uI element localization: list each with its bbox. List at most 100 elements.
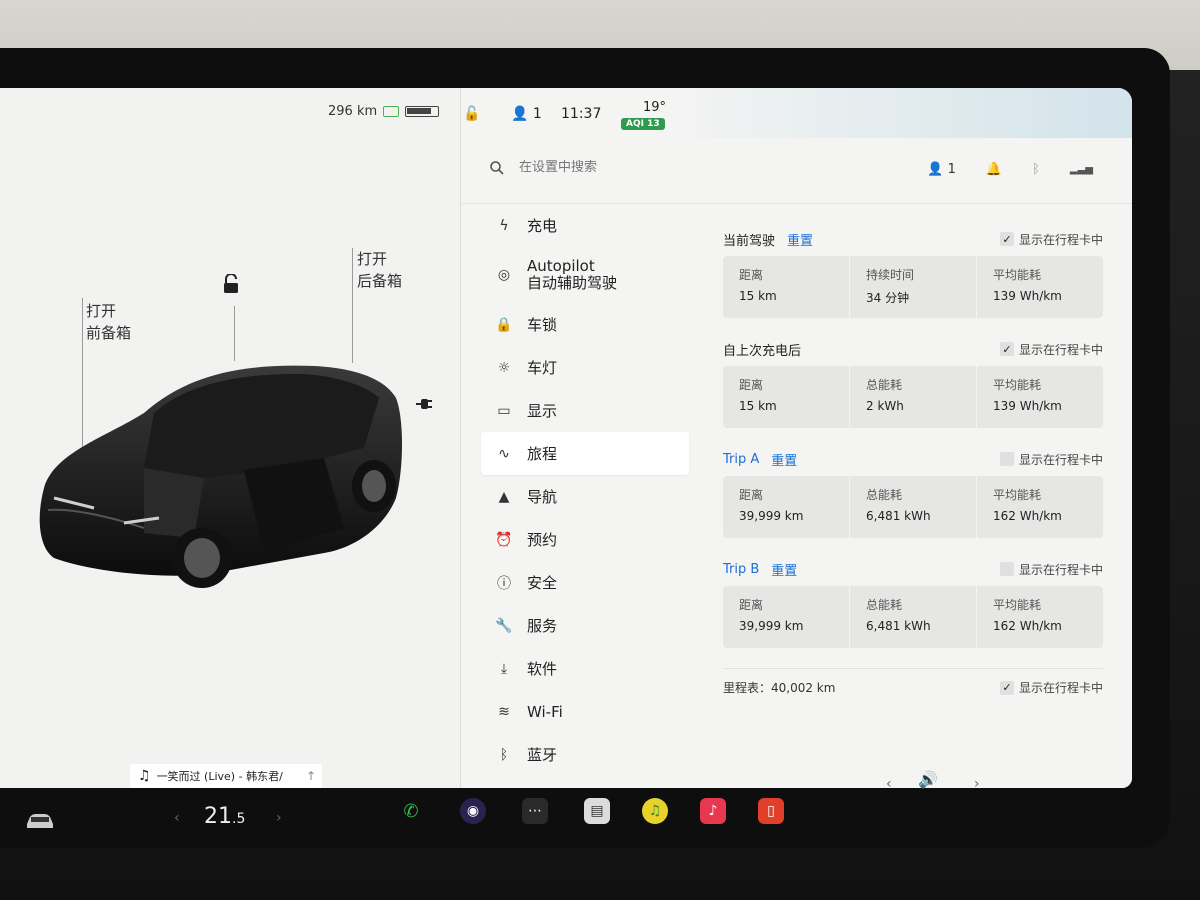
nav-label: 服务 (527, 617, 558, 635)
trunk-label-line1: 打开 (357, 250, 388, 268)
nav-item-software[interactable]: ⤓ 软件 (481, 647, 689, 690)
bottom-bar: ‹ 21.5 › ✆ ◉ ⋯ ▤ ♫ ♪ ▯ ‹ 🔊 › (0, 770, 1170, 848)
status-bar: 🔓 👤 1 11:37 19° AQI 13 (461, 88, 1132, 130)
nav-label: 旅程 (527, 445, 558, 463)
chevron-up-icon[interactable]: ↑ (306, 769, 316, 783)
bolt-icon: ϟ (499, 217, 509, 234)
show-in-trip-card-checkbox[interactable]: ✓ 显示在行程卡中 (999, 679, 1103, 696)
frunk-label-line1: 打开 (86, 302, 117, 320)
bell-icon[interactable]: 🔔 (986, 162, 1002, 177)
cabin-temperature[interactable]: 21.5 (204, 804, 245, 829)
nav-item-safety[interactable]: ⓘ 安全 (481, 561, 689, 604)
wrench-icon: 🔧 (495, 617, 513, 634)
temperature-whole: 21 (204, 804, 232, 829)
temp-up-arrow-icon[interactable]: › (276, 810, 282, 826)
driver-profile[interactable]: 👤 1 (511, 106, 542, 122)
stat-label: 平均能耗 (993, 598, 1042, 612)
volume-icon[interactable]: 🔊 (918, 770, 938, 789)
nav-label-line2: 自动辅助驾驶 (527, 274, 618, 292)
unlock-icon[interactable] (220, 274, 242, 294)
stat-value: 139 Wh/km (993, 289, 1062, 303)
bluetooth-icon[interactable]: ᛒ (1032, 162, 1040, 177)
open-trunk-button[interactable]: 打开 后备箱 (357, 248, 402, 292)
stat-value: 39,999 km (739, 619, 804, 633)
nav-item-charging[interactable]: ϟ 充电 (481, 204, 689, 247)
checkbox-label: 显示在行程卡中 (1018, 562, 1103, 577)
car-icon[interactable] (24, 812, 56, 830)
reset-current-drive-button[interactable]: 重置 (787, 230, 813, 249)
navigation-icon: ▲ (498, 488, 510, 505)
checkbox-checked-icon: ✓ (999, 232, 1014, 246)
nav-item-locks[interactable]: 🔒 车锁 (481, 303, 689, 346)
nav-item-bluetooth[interactable]: ᛒ 蓝牙 (481, 733, 689, 776)
reset-trip-b-button[interactable]: 重置 (771, 560, 797, 579)
odometer-row: 里程表：40,002 km ✓ 显示在行程卡中 (723, 668, 1103, 696)
open-frunk-button[interactable]: 打开 前备箱 (86, 300, 131, 344)
stat-avg-energy: 平均能耗 162 Wh/km (977, 586, 1103, 648)
stat-total-energy: 总能耗 2 kWh (850, 366, 977, 428)
stat-label: 平均能耗 (993, 378, 1042, 392)
trip-icon: ∿ (498, 445, 510, 462)
nav-item-schedule[interactable]: ⏰ 预约 (481, 518, 689, 561)
stat-label: 总能耗 (866, 598, 903, 612)
audiobook-icon[interactable]: ▯ (758, 798, 784, 824)
charge-port-icon[interactable] (414, 396, 434, 412)
now-playing-title: 一笑而过 (Live) - 韩东君/ (156, 770, 283, 783)
alarm-icon: ⏰ (495, 531, 513, 548)
nav-item-service[interactable]: 🔧 服务 (481, 604, 689, 647)
car-image[interactable] (34, 358, 414, 598)
temp-down-arrow-icon[interactable]: ‹ (174, 810, 180, 826)
padlock-icon[interactable]: 🔓 (463, 106, 480, 122)
stat-label: 持续时间 (866, 268, 915, 282)
volume-up-arrow-icon[interactable]: › (974, 776, 980, 792)
nav-item-navigation[interactable]: ▲ 导航 (481, 475, 689, 518)
vehicle-panel: 296 km 打开 前备箱 打开 后备箱 ♫ 一笑而过 (Live) - 韩东君… (0, 88, 460, 788)
since-last-charge-section: 自上次充电后 ✓ 显示在行程卡中 距离 15 km 总能耗 2 kWh 平均能耗… (723, 338, 1103, 428)
nav-item-autopilot[interactable]: ◎ Autopilot 自动辅助驾驶 (481, 247, 689, 303)
volume-down-arrow-icon[interactable]: ‹ (886, 776, 892, 792)
nav-label: 蓝牙 (527, 746, 558, 764)
stat-distance: 距离 39,999 km (723, 586, 850, 648)
battery-fill (407, 108, 432, 114)
stat-total-energy: 总能耗 6,481 kWh (850, 476, 977, 538)
show-in-trip-card-checkbox[interactable]: 显示在行程卡中 (999, 451, 1103, 468)
stat-duration: 持续时间 34 分钟 (850, 256, 977, 318)
reset-trip-a-button[interactable]: 重置 (771, 450, 797, 469)
header-icons: 👤 1 🔔 ᛒ ▂▃▅ (927, 162, 1093, 177)
settings-search-input[interactable] (519, 160, 819, 175)
stat-label: 总能耗 (866, 488, 903, 502)
section-header: Trip A 重置 显示在行程卡中 (723, 448, 1103, 470)
trunk-leader-line (352, 248, 353, 363)
stat-value: 15 km (739, 289, 777, 303)
show-in-trip-card-checkbox[interactable]: ✓ 显示在行程卡中 (999, 231, 1103, 248)
checkbox-unchecked-icon (999, 452, 1014, 466)
signal-icon: ▂▃▅ (1069, 164, 1093, 175)
more-apps-icon[interactable]: ⋯ (522, 798, 548, 824)
nav-label: 显示 (527, 402, 558, 420)
qq-music-icon[interactable]: ♫ (642, 798, 668, 824)
phone-icon[interactable]: ✆ (398, 798, 424, 824)
show-in-trip-card-checkbox[interactable]: 显示在行程卡中 (999, 561, 1103, 578)
profile-button[interactable]: 👤 1 (927, 162, 956, 177)
nav-label: Autopilot 自动辅助驾驶 (527, 258, 617, 292)
show-in-trip-card-checkbox[interactable]: ✓ 显示在行程卡中 (999, 341, 1103, 358)
info-icon: ⓘ (497, 575, 511, 592)
nav-item-lights[interactable]: ☼ 车灯 (481, 346, 689, 389)
stat-card: 距离 39,999 km 总能耗 6,481 kWh 平均能耗 162 Wh/k… (723, 586, 1103, 648)
lock-leader-line (234, 306, 235, 361)
camera-icon[interactable]: ◉ (460, 798, 486, 824)
nav-item-wifi[interactable]: ≋ Wi-Fi (481, 690, 689, 733)
music-icon[interactable]: ♪ (700, 798, 726, 824)
nav-item-trips[interactable]: ∿ 旅程 (481, 432, 689, 475)
stat-total-energy: 总能耗 6,481 kWh (850, 586, 977, 648)
stat-label: 距离 (739, 598, 764, 612)
charging-icon (383, 106, 400, 117)
calendar-icon[interactable]: ▤ (584, 798, 610, 824)
stat-card: 距离 39,999 km 总能耗 6,481 kWh 平均能耗 162 Wh/k… (723, 476, 1103, 538)
stat-value: 34 分钟 (866, 291, 910, 305)
light-icon: ☼ (497, 359, 511, 376)
nav-item-display[interactable]: ▭ 显示 (481, 389, 689, 432)
stat-card: 距离 15 km 持续时间 34 分钟 平均能耗 139 Wh/km (723, 256, 1103, 318)
media-player-bar[interactable]: ♫ 一笑而过 (Live) - 韩东君/ ↑ (130, 764, 322, 788)
nav-label: Wi-Fi (527, 702, 563, 721)
